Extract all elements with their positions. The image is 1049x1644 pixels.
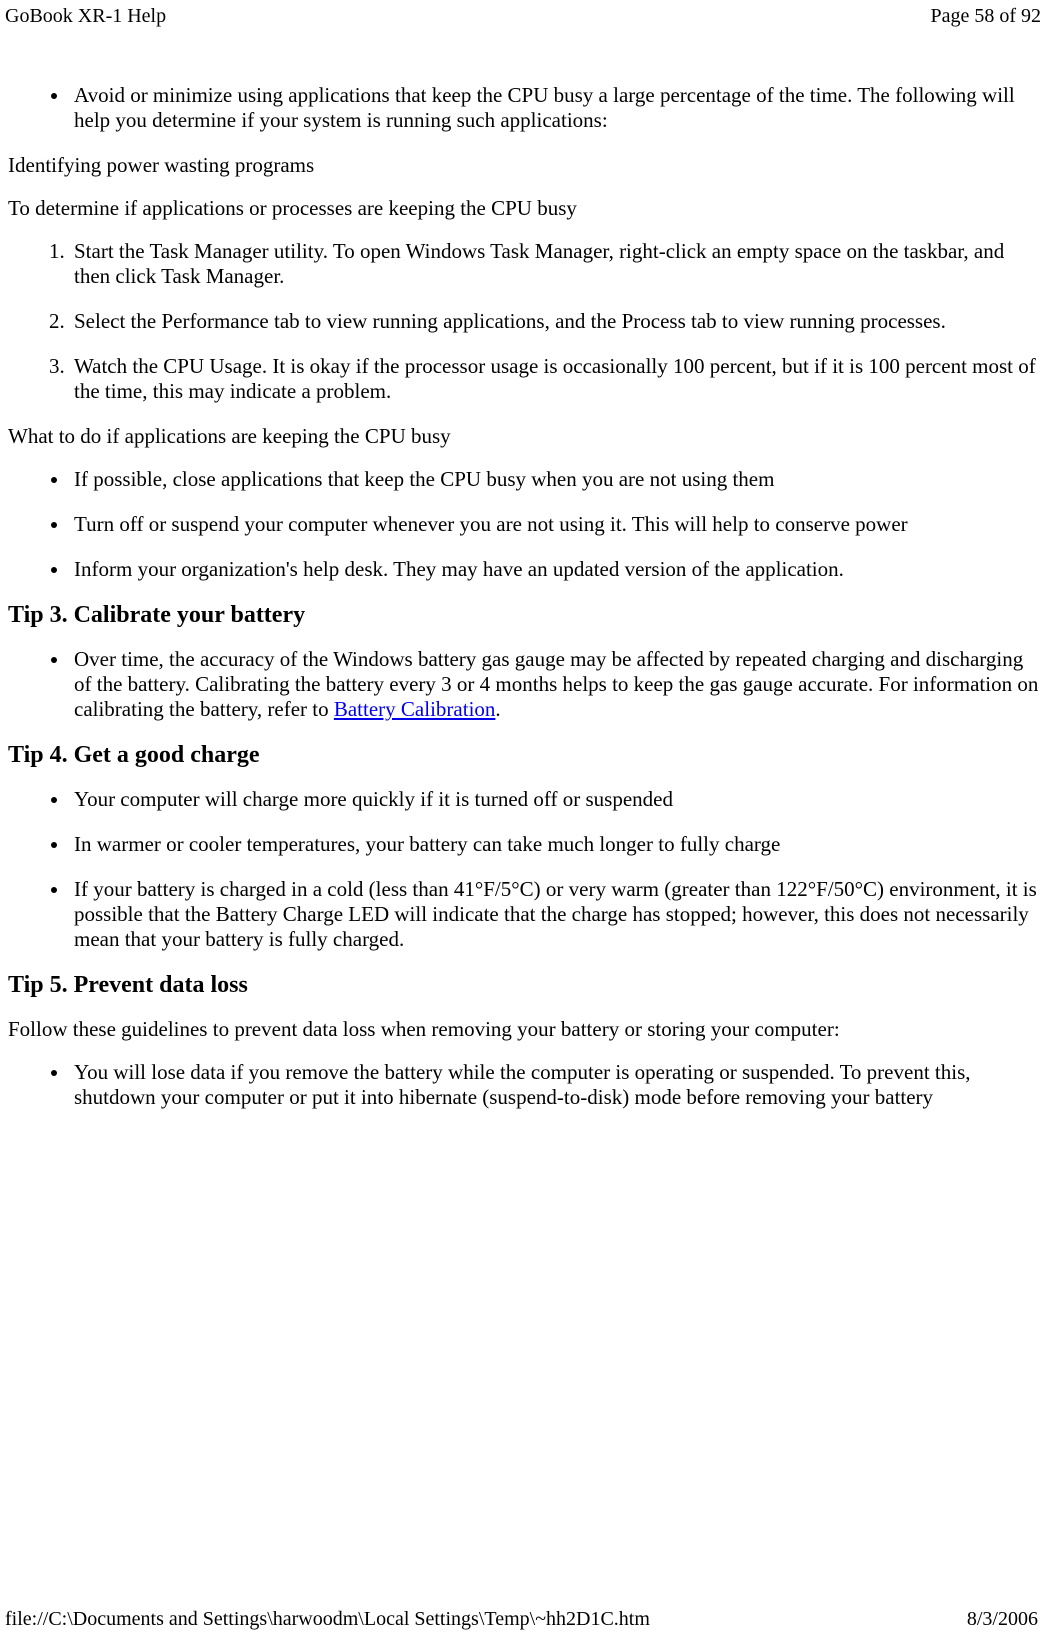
tip3-text-suffix: . (495, 697, 500, 721)
intro-bullet: Avoid or minimize using applications tha… (70, 83, 1041, 133)
tip5-bullet: You will lose data if you remove the bat… (70, 1060, 1041, 1110)
footer-path: file://C:\Documents and Settings\harwood… (5, 1608, 650, 1631)
tip4-heading: Tip 4. Get a good charge (8, 742, 1041, 769)
tip4-bullet-3: If your battery is charged in a cold (le… (70, 877, 1041, 952)
whattodo-subheading: What to do if applications are keeping t… (8, 424, 1041, 449)
identifying-intro: To determine if applications or processe… (8, 196, 1041, 221)
page-footer: file://C:\Documents and Settings\harwood… (0, 1603, 1046, 1636)
step-1: Start the Task Manager utility. To open … (70, 239, 1041, 289)
tip3-heading: Tip 3. Calibrate your battery (8, 602, 1041, 629)
whattodo-bullet-2: Turn off or suspend your computer whenev… (70, 512, 1041, 537)
header-title: GoBook XR-1 Help (5, 5, 166, 28)
whattodo-bullet-1: If possible, close applications that kee… (70, 467, 1041, 492)
battery-calibration-link[interactable]: Battery Calibration (334, 697, 496, 721)
tip3-bullet: Over time, the accuracy of the Windows b… (70, 647, 1041, 722)
footer-date: 8/3/2006 (967, 1608, 1038, 1631)
document-content: Avoid or minimize using applications tha… (0, 83, 1049, 1110)
page-header: GoBook XR-1 Help Page 58 of 92 (0, 0, 1049, 33)
tip4-bullet-2: In warmer or cooler temperatures, your b… (70, 832, 1041, 857)
whattodo-bullet-3: Inform your organization's help desk. Th… (70, 557, 1041, 582)
tip3-text-prefix: Over time, the accuracy of the Windows b… (74, 647, 1038, 721)
tip5-intro: Follow these guidelines to prevent data … (8, 1017, 1041, 1042)
step-2: Select the Performance tab to view runni… (70, 309, 1041, 334)
tip4-bullet-1: Your computer will charge more quickly i… (70, 787, 1041, 812)
header-page-number: Page 58 of 92 (930, 5, 1041, 28)
tip5-heading: Tip 5. Prevent data loss (8, 972, 1041, 999)
identifying-subheading: Identifying power wasting programs (8, 153, 1041, 178)
step-3: Watch the CPU Usage. It is okay if the p… (70, 354, 1041, 404)
